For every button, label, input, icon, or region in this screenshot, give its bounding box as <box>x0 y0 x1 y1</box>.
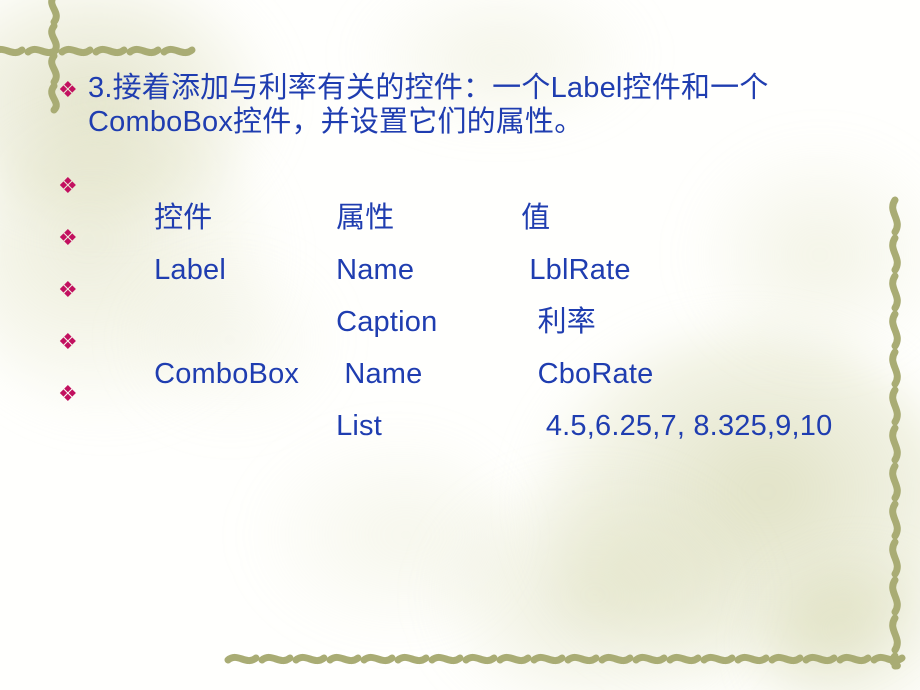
background-watermark <box>690 140 920 370</box>
diamond-bullet-icon: ❖ <box>58 77 78 102</box>
paragraph-text: 3.接着添加与利率有关的控件：一个Label控件和一个ComboBox控件，并设… <box>88 72 769 138</box>
cell-value: 4.5,6.25,7, 8.325,9,10 <box>521 409 833 442</box>
diamond-bullet-icon: ❖ <box>58 225 78 250</box>
background-watermark <box>760 560 920 690</box>
bamboo-stem-vertical-right <box>878 196 912 670</box>
diamond-bullet-icon: ❖ <box>58 173 78 198</box>
diamond-bullet-icon: ❖ <box>58 381 78 406</box>
diamond-bullet-icon: ❖ <box>58 277 78 302</box>
table-row: ❖ List 4.5,6.25,7, 8.325,9,10 <box>58 376 832 477</box>
slide-canvas: ❖ 3.接着添加与利率有关的控件：一个Label控件和一个ComboBox控件，… <box>0 0 920 690</box>
bamboo-stem-horizontal-topleft <box>0 34 200 66</box>
bamboo-stem-horizontal-bottom <box>224 644 914 674</box>
bullet-item-paragraph: ❖ 3.接着添加与利率有关的控件：一个Label控件和一个ComboBox控件，… <box>58 72 898 139</box>
diamond-bullet-icon: ❖ <box>58 329 78 354</box>
background-watermark <box>430 470 760 690</box>
cell-property: List <box>336 409 382 442</box>
